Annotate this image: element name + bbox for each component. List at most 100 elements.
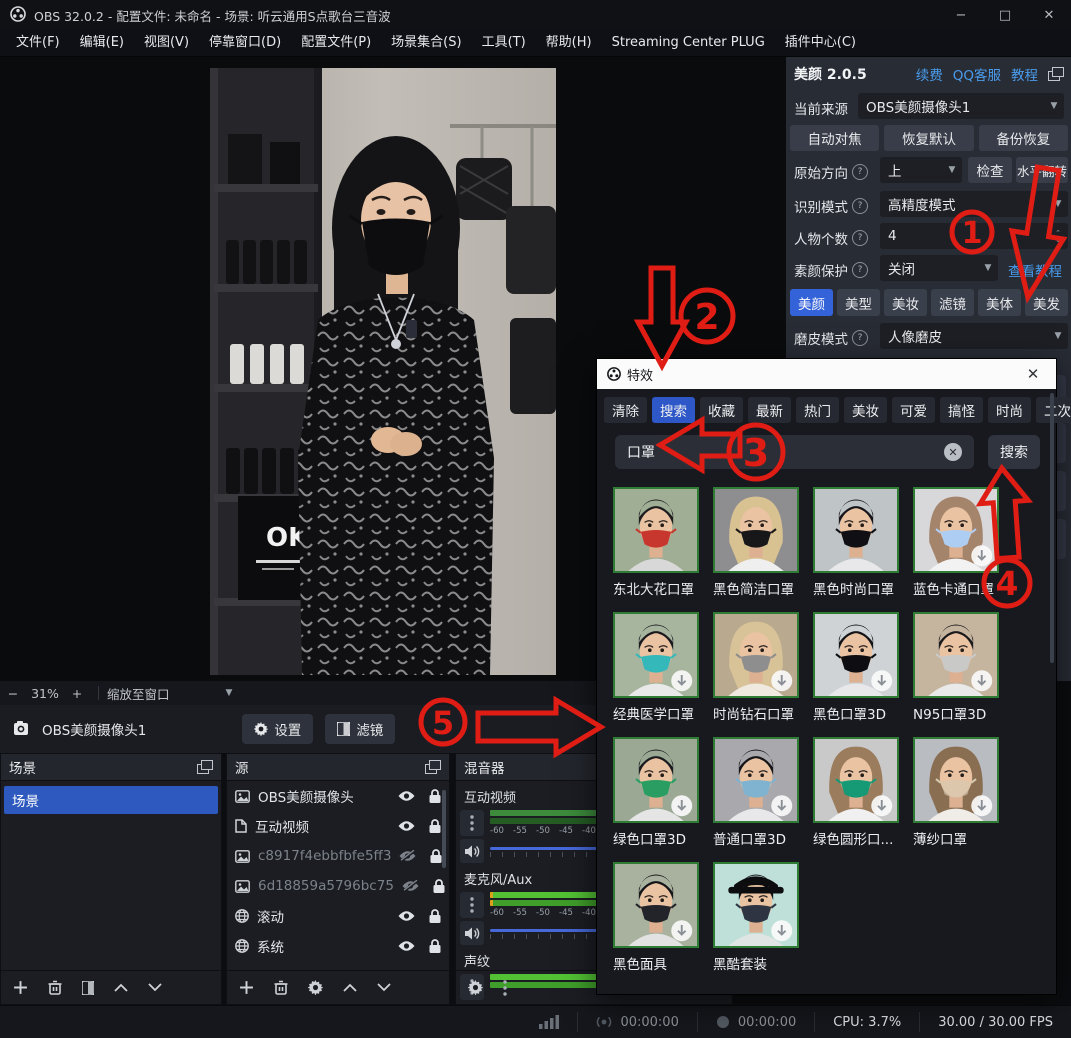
effects-tab-清除[interactable]: 清除: [604, 397, 647, 423]
source-row[interactable]: 滚动: [227, 901, 449, 931]
channel-options-button[interactable]: [460, 892, 484, 918]
visible-eye-icon[interactable]: [398, 940, 415, 952]
menu-item-Streaming Center PLUG[interactable]: Streaming Center PLUG: [602, 30, 775, 56]
source-row[interactable]: 互动视频: [227, 811, 449, 841]
settings-button[interactable]: 设置: [242, 714, 313, 744]
trash-icon[interactable]: [274, 980, 288, 995]
orientation-dropdown[interactable]: 上▼: [880, 157, 962, 183]
effect-thumbnail[interactable]: [813, 487, 899, 573]
effects-search-input[interactable]: 口罩 ✕: [615, 435, 974, 469]
beauty-tab-美发[interactable]: 美发: [1025, 289, 1068, 316]
beauty-button-备份恢复[interactable]: 备份恢复: [979, 125, 1068, 151]
lock-icon[interactable]: [429, 909, 441, 923]
effect-thumbnail[interactable]: [713, 612, 799, 698]
mute-button[interactable]: [460, 839, 484, 863]
effect-card[interactable]: 普通口罩3D: [713, 737, 813, 848]
protect-dropdown[interactable]: 关闭▼: [880, 255, 998, 281]
effects-tab-热门[interactable]: 热门: [796, 397, 839, 423]
zoom-out-button[interactable]: −: [0, 686, 26, 701]
popout-icon[interactable]: [425, 760, 441, 774]
effect-thumbnail[interactable]: [913, 612, 999, 698]
trash-icon[interactable]: [48, 980, 62, 995]
menu-item-插件中心(C)[interactable]: 插件中心(C): [775, 30, 866, 56]
menu-item-文件(F)[interactable]: 文件(F): [6, 30, 70, 56]
effect-thumbnail[interactable]: [813, 612, 899, 698]
mute-button[interactable]: [460, 921, 484, 945]
persons-spinner[interactable]: 4 ⌃⌃: [880, 223, 1068, 249]
beauty-tab-美颜[interactable]: 美颜: [790, 289, 833, 316]
effect-card[interactable]: 东北大花口罩: [613, 487, 713, 598]
lock-icon[interactable]: [430, 849, 442, 863]
beauty-tab-美体[interactable]: 美体: [978, 289, 1021, 316]
filters-button[interactable]: 滤镜: [325, 714, 395, 744]
effect-thumbnail[interactable]: [813, 737, 899, 823]
effect-thumbnail[interactable]: [613, 862, 699, 948]
more-icon[interactable]: [503, 980, 507, 996]
beauty-tab-美妆[interactable]: 美妆: [884, 289, 927, 316]
fit-to-window-dropdown[interactable]: 缩放至窗口▼: [107, 684, 232, 703]
popout-icon[interactable]: [1048, 67, 1064, 81]
help-icon[interactable]: ?: [852, 330, 868, 346]
advanced-audio-icon[interactable]: [468, 980, 483, 995]
effect-card[interactable]: 黑色口罩3D: [813, 612, 913, 723]
beauty-tab-滤镜[interactable]: 滤镜: [931, 289, 974, 316]
help-icon[interactable]: ?: [852, 262, 868, 278]
beauty-link-续费[interactable]: 续费: [916, 64, 943, 84]
effect-card[interactable]: 绿色圆形口...: [813, 737, 913, 848]
source-row[interactable]: 6d18859a5796bc75: [227, 871, 449, 901]
add-icon[interactable]: [13, 980, 28, 995]
effect-card[interactable]: N95口罩3D: [913, 612, 1013, 723]
move-down-icon[interactable]: [148, 983, 162, 992]
menu-item-工具(T)[interactable]: 工具(T): [472, 30, 536, 56]
scene-item-场景[interactable]: 场景: [4, 786, 218, 814]
hidden-eye-icon[interactable]: [402, 880, 419, 892]
effects-search-button[interactable]: 搜索: [988, 435, 1040, 469]
effect-card[interactable]: 经典医学口罩: [613, 612, 713, 723]
flip-button[interactable]: 水平翻转: [1016, 157, 1068, 183]
effect-thumbnail[interactable]: [613, 612, 699, 698]
effect-card[interactable]: 绿色口罩3D: [613, 737, 713, 848]
clear-search-icon[interactable]: ✕: [944, 443, 962, 461]
tutorial-link[interactable]: 查看教程: [1008, 260, 1062, 280]
effect-thumbnail[interactable]: [613, 737, 699, 823]
move-down-icon[interactable]: [377, 983, 391, 992]
hidden-eye-icon[interactable]: [399, 850, 416, 862]
menu-item-帮助(H)[interactable]: 帮助(H): [536, 30, 602, 56]
visible-eye-icon[interactable]: [398, 820, 415, 832]
lock-icon[interactable]: [433, 879, 445, 893]
help-icon[interactable]: ?: [852, 164, 868, 180]
close-button[interactable]: ✕: [1027, 0, 1071, 30]
channel-options-button[interactable]: [460, 810, 484, 836]
effect-card[interactable]: 黑色面具: [613, 862, 713, 973]
menu-item-场景集合(S)[interactable]: 场景集合(S): [381, 30, 471, 56]
source-row[interactable]: 系统: [227, 931, 449, 961]
effect-card[interactable]: 黑色简洁口罩: [713, 487, 813, 598]
filter-icon[interactable]: [82, 981, 94, 995]
move-up-icon[interactable]: [343, 983, 357, 992]
effect-thumbnail[interactable]: [913, 487, 999, 573]
beauty-link-QQ客服[interactable]: QQ客服: [953, 64, 1001, 84]
effects-tab-搞怪[interactable]: 搞怪: [940, 397, 983, 423]
effects-tab-时尚[interactable]: 时尚: [988, 397, 1031, 423]
maximize-button[interactable]: □: [983, 0, 1027, 30]
help-icon[interactable]: ?: [852, 198, 868, 214]
menu-item-配置文件(P)[interactable]: 配置文件(P): [291, 30, 381, 56]
move-up-icon[interactable]: [114, 983, 128, 992]
effects-tab-美妆[interactable]: 美妆: [844, 397, 887, 423]
lock-icon[interactable]: [429, 939, 441, 953]
beauty-button-自动对焦[interactable]: 自动对焦: [790, 125, 879, 151]
effects-tab-搜索[interactable]: 搜索: [652, 397, 695, 423]
popout-icon[interactable]: [197, 760, 213, 774]
effect-thumbnail[interactable]: [713, 487, 799, 573]
effect-card[interactable]: 薄纱口罩: [913, 737, 1013, 848]
visible-eye-icon[interactable]: [398, 790, 415, 802]
effects-tab-最新[interactable]: 最新: [748, 397, 791, 423]
effect-thumbnail[interactable]: [713, 862, 799, 948]
dialog-scrollbar[interactable]: [1050, 393, 1054, 663]
effect-card[interactable]: 时尚钻石口罩: [713, 612, 813, 723]
dialog-close-icon[interactable]: ✕: [1020, 365, 1046, 383]
effect-thumbnail[interactable]: [613, 487, 699, 573]
visible-eye-icon[interactable]: [398, 910, 415, 922]
source-row[interactable]: OBS美颜摄像头: [227, 781, 449, 811]
effects-tab-收藏[interactable]: 收藏: [700, 397, 743, 423]
